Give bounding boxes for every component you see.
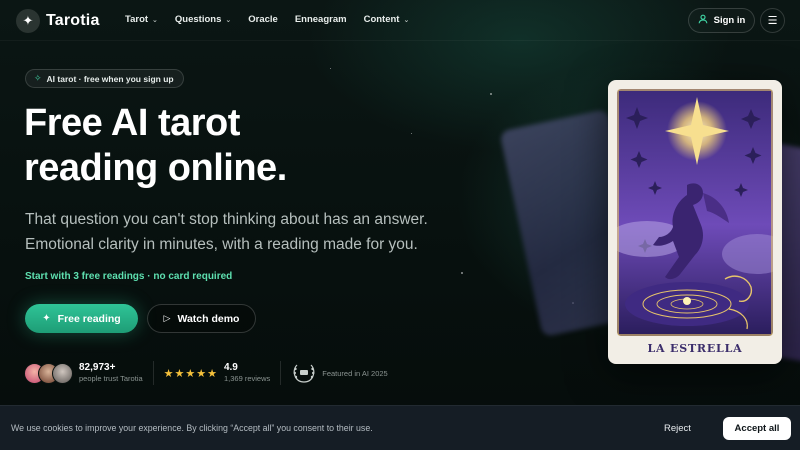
user-count-block: 82,973+ people trust Tarotia — [79, 362, 143, 384]
chevron-down-icon: ⌄ — [225, 16, 232, 24]
hamburger-icon[interactable]: ☰ — [760, 8, 785, 33]
nav-item-enneagram[interactable]: Enneagram — [295, 14, 347, 25]
user-count: 82,973+ — [79, 362, 116, 373]
free-reading-button[interactable]: ✦ Free reading — [25, 304, 138, 333]
background-star — [490, 93, 492, 95]
user-count-caption: people trust Tarotia — [79, 374, 143, 383]
cookie-text: We use cookies to improve your experienc… — [11, 423, 373, 433]
reviews-count: 1,369 reviews — [223, 374, 271, 383]
rating-stars: ★★★★★ — [163, 367, 218, 380]
nav-item-oracle[interactable]: Oracle — [248, 14, 278, 25]
chevron-down-icon: ⌄ — [152, 16, 158, 24]
hero-subtitle-line: That question you can't stop thinking ab… — [25, 211, 428, 228]
nav-item-label: Questions — [174, 14, 222, 25]
nav-item-label: Tarot — [125, 14, 149, 25]
tarot-card[interactable]: LA ESTRELLA — [608, 80, 782, 364]
sign-in-button[interactable]: Sign in — [688, 8, 755, 33]
sparkle-icon: ✦ — [42, 313, 51, 324]
watch-demo-label: Watch demo — [177, 312, 240, 325]
divider — [152, 361, 154, 385]
hero-subtitle: That question you can't stop thinking ab… — [25, 207, 445, 257]
cookie-banner: We use cookies to improve your experienc… — [0, 405, 800, 450]
rating-value: 4.9 — [223, 362, 238, 373]
main-menu: Tarot ⌄ Questions ⌄ Oracle Enneagram Con… — [125, 14, 409, 25]
nav-item-label: Enneagram — [294, 14, 347, 25]
social-proof: 82,973+ people trust Tarotia ★★★★★ 4.9 1… — [24, 360, 388, 386]
reject-cookies-button[interactable]: Reject — [664, 423, 691, 434]
background-star — [411, 133, 412, 134]
watch-demo-button[interactable]: ▷ Watch demo — [147, 304, 256, 333]
brand-logo[interactable]: ✦ Tarotia — [16, 9, 100, 33]
top-navigation: ✦ Tarotia Tarot ⌄ Questions ⌄ Oracle Enn… — [0, 0, 800, 41]
nav-item-label: Content — [363, 14, 400, 25]
nav-item-tarot[interactable]: Tarot ⌄ — [125, 14, 158, 25]
free-reading-label: Free reading — [57, 312, 121, 325]
accept-all-cookies-button[interactable]: Accept all — [723, 417, 791, 440]
tarot-card-artwork — [617, 89, 773, 336]
rating-block: 4.9 1,369 reviews — [224, 362, 270, 384]
free-readings-note: Start with 3 free readings · no card req… — [25, 271, 233, 282]
nav-item-content[interactable]: Content ⌄ — [364, 14, 410, 25]
laurel-icon — [291, 361, 317, 385]
brand-name: Tarotia — [46, 12, 100, 29]
badge-text: AI tarot · free when you sign up — [46, 73, 174, 84]
play-icon: ▷ — [163, 313, 171, 323]
nav-item-questions[interactable]: Questions ⌄ — [175, 14, 231, 25]
divider — [280, 361, 282, 385]
user-avatars — [24, 362, 73, 384]
background-star — [330, 68, 331, 69]
nav-item-label: Oracle — [248, 14, 278, 25]
featured-text: Featured in AI 2025 — [322, 368, 388, 378]
sparkle-icon: ✦ — [16, 9, 40, 33]
sparkles-icon: ✧ — [34, 73, 42, 83]
background-star — [461, 272, 463, 274]
hero-title: Free AI tarot reading online. — [24, 101, 384, 191]
user-icon — [698, 14, 708, 27]
sign-in-label: Sign in — [713, 15, 746, 26]
tarot-card-name: LA ESTRELLA — [647, 342, 743, 355]
hero-subtitle-line: Emotional clarity in minutes, with a rea… — [25, 236, 418, 253]
chevron-down-icon: ⌄ — [403, 16, 410, 24]
ai-tarot-badge: ✧ AI tarot · free when you sign up — [25, 69, 184, 88]
hero-title-line: reading online. — [24, 147, 287, 189]
hero-title-line: Free AI tarot — [24, 102, 240, 144]
avatar — [52, 362, 73, 384]
